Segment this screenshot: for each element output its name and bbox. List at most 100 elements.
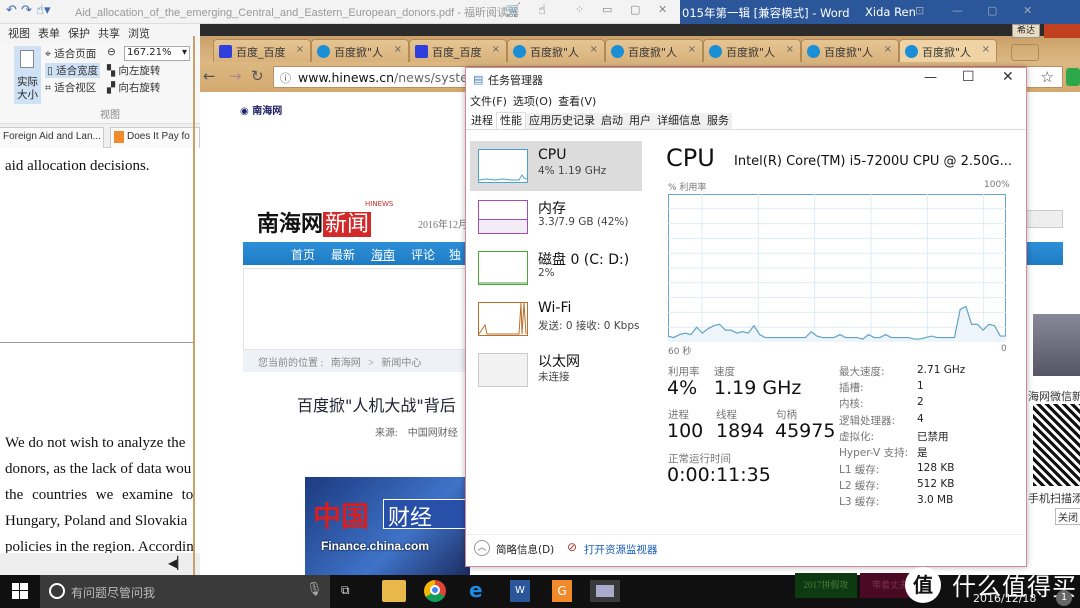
clock-date[interactable]: 2016/12/18 — [973, 592, 1036, 605]
microphone-icon[interactable]: 🎙 — [306, 582, 323, 597]
nav-latest[interactable]: 最新 — [331, 246, 355, 263]
windows-start-icon[interactable] — [12, 583, 28, 599]
menu-options[interactable]: 选项(O) — [513, 95, 552, 108]
undo-redo-icons[interactable]: ↶ ↷ ☝▾ — [6, 3, 51, 18]
notification-center-icon[interactable]: 1 — [1056, 590, 1072, 606]
task-view-icon[interactable]: ⧉ — [341, 583, 350, 598]
sidebar-item-memory[interactable]: 内存 3.3/7.9 GB (42%) — [470, 192, 642, 242]
bookmark-star-icon[interactable]: ☆ — [1041, 68, 1054, 86]
site-logo-small[interactable]: ◉ 南海网 — [240, 102, 282, 117]
tab-performance[interactable]: 性能 — [496, 112, 526, 129]
browser-tab[interactable]: 百度掀"人 × — [703, 39, 801, 62]
baidu-paw-icon — [219, 45, 232, 58]
rotate-right-button[interactable]: ▞ 向右旋转 — [107, 80, 160, 95]
doc-tab[interactable]: Foreign Aid and Lan... — [0, 127, 104, 148]
doc-tab-active[interactable]: Does It Pay fo — [110, 127, 200, 148]
nav-hainan[interactable]: 海南 — [371, 246, 395, 263]
chevron-up-icon[interactable]: ︿ — [474, 540, 490, 556]
foxit-icon[interactable]: G — [552, 580, 572, 602]
maximize-button[interactable]: ☐ — [962, 69, 975, 85]
close-tab-icon[interactable]: × — [296, 44, 304, 55]
browser-tab[interactable]: 百度掀"人 × — [801, 39, 899, 62]
article-image[interactable]: 中国 财经 Finance.china.com — [305, 477, 470, 576]
minimize-icon[interactable]: ▭ — [602, 3, 612, 16]
close-tab-icon[interactable]: × — [786, 44, 794, 55]
cart-icon[interactable]: 🛒 — [505, 3, 521, 18]
new-tab-button[interactable] — [1011, 44, 1039, 61]
browser-tab-active[interactable]: 百度掀"人 × — [899, 39, 997, 62]
close-qr-button[interactable]: 关闭 — [1055, 508, 1080, 525]
fewer-details-button[interactable]: 简略信息(D) — [496, 542, 554, 557]
minimize-button[interactable]: — — [924, 70, 937, 85]
close-tab-icon[interactable]: × — [688, 44, 696, 55]
tab-users[interactable]: 用户 — [626, 113, 654, 129]
open-resource-monitor-link[interactable]: 打开资源监视器 — [584, 542, 658, 557]
site-logo[interactable]: 南海网新闻 — [257, 206, 372, 238]
browser-tab[interactable]: 百度掀"人 × — [605, 39, 703, 62]
browser-tab[interactable]: 百度_百度 × — [409, 39, 507, 62]
chrome-icon[interactable] — [424, 580, 446, 602]
forward-icon[interactable]: → — [229, 67, 242, 85]
tab-services[interactable]: 服务 — [704, 113, 732, 129]
close-icon[interactable]: ✕ — [658, 3, 667, 16]
close-tab-icon[interactable]: × — [492, 44, 500, 55]
fit-page-button[interactable]: ⌖ 适合页面 — [45, 46, 96, 61]
sidebar-item-cpu[interactable]: CPU 4% 1.19 GHz — [470, 141, 642, 191]
word-minimize-icon[interactable]: — — [952, 4, 963, 17]
task-manager-window: ▤ 任务管理器 — ☐ ✕ 文件(F) 选项(O) 查看(V) 进程 性能 应用历史记录… — [465, 67, 1027, 567]
close-tab-icon[interactable]: × — [982, 44, 990, 55]
browser-tab[interactable]: 百度_百度 × — [213, 39, 311, 62]
menu-view[interactable]: 查看(V) — [558, 95, 596, 108]
hand-icon[interactable]: ☝ — [538, 3, 546, 18]
actual-size-button[interactable]: 实际大小 — [14, 46, 41, 104]
zoom-out-icon[interactable]: ⊖ — [107, 46, 116, 58]
file-explorer-icon[interactable] — [382, 580, 406, 602]
browser-tab[interactable]: 百度掀"人 × — [311, 39, 409, 62]
cortana-search-box[interactable]: 有问题尽管问我 🎙 — [40, 575, 330, 608]
close-tab-icon[interactable]: × — [884, 44, 892, 55]
menu-view[interactable]: 视图 — [8, 24, 30, 44]
close-tab-icon[interactable]: × — [394, 44, 402, 55]
sidebar-item-wifi[interactable]: Wi-Fi 发送: 0 接收: 0 Kbps — [470, 294, 642, 344]
news-tile[interactable]: 2017拼假攻 — [795, 573, 857, 598]
word-icon[interactable]: W — [510, 580, 530, 602]
word-maximize-icon[interactable]: ▢ — [987, 4, 997, 17]
extension-icon[interactable] — [1066, 68, 1080, 86]
tab-processes[interactable]: 进程 — [468, 113, 496, 129]
tab-details[interactable]: 详细信息 — [654, 113, 704, 129]
menu-form[interactable]: 表单 — [38, 24, 60, 44]
zoom-select[interactable]: 167.21% ▾ — [124, 46, 190, 61]
nav-exclusive[interactable]: 独 — [449, 246, 461, 263]
fit-view-button[interactable]: ⌗ 适合视区 — [45, 80, 96, 95]
word-user[interactable]: Xida Ren — [865, 5, 916, 19]
menu-browse[interactable]: 浏览 — [128, 24, 150, 44]
word-close-icon[interactable]: ✕ — [1023, 4, 1032, 17]
grid-icon[interactable]: ⁘ — [575, 3, 584, 16]
reload-icon[interactable]: ↻ — [251, 67, 264, 85]
back-icon[interactable]: ← — [203, 67, 216, 85]
nav-home[interactable]: 首页 — [291, 246, 315, 263]
tab-startup[interactable]: 启动 — [598, 113, 626, 129]
close-button[interactable]: ✕ — [1002, 69, 1014, 85]
close-tab-icon[interactable]: × — [590, 44, 598, 55]
profile-button[interactable]: 希达 — [1012, 24, 1040, 38]
menu-file[interactable]: 文件(F) — [470, 95, 507, 108]
window-controls[interactable] — [1044, 24, 1080, 38]
nav-comment[interactable]: 评论 — [411, 246, 435, 263]
sidebar-item-ethernet[interactable]: 以太网 未连接 — [470, 345, 642, 395]
search-button[interactable] — [1025, 210, 1063, 228]
rotate-left-button[interactable]: ▚ 向左旋转 — [107, 63, 160, 78]
side-photo[interactable] — [1033, 314, 1080, 376]
edge-icon[interactable]: e — [469, 578, 483, 602]
menu-protect[interactable]: 保护 — [68, 24, 90, 44]
maximize-icon[interactable]: ▢ — [630, 3, 640, 16]
sidebar-item-disk[interactable]: 磁盘 0 (C: D:) 2% — [470, 243, 642, 293]
menu-share[interactable]: 共享 — [98, 24, 120, 44]
tab-app-history[interactable]: 应用历史记录 — [526, 113, 598, 129]
fit-width-button[interactable]: ▯ 适合宽度 — [45, 63, 101, 78]
task-manager-taskbar-icon[interactable] — [590, 580, 620, 602]
collapse-panel-icon[interactable]: ◀▏ — [168, 556, 186, 570]
word-title: 015年第一辑 [兼容模式] - Word — [682, 6, 850, 20]
browser-tab[interactable]: 百度掀"人 × — [507, 39, 605, 62]
ribbon-display-icon[interactable]: ⊡ — [915, 4, 924, 17]
